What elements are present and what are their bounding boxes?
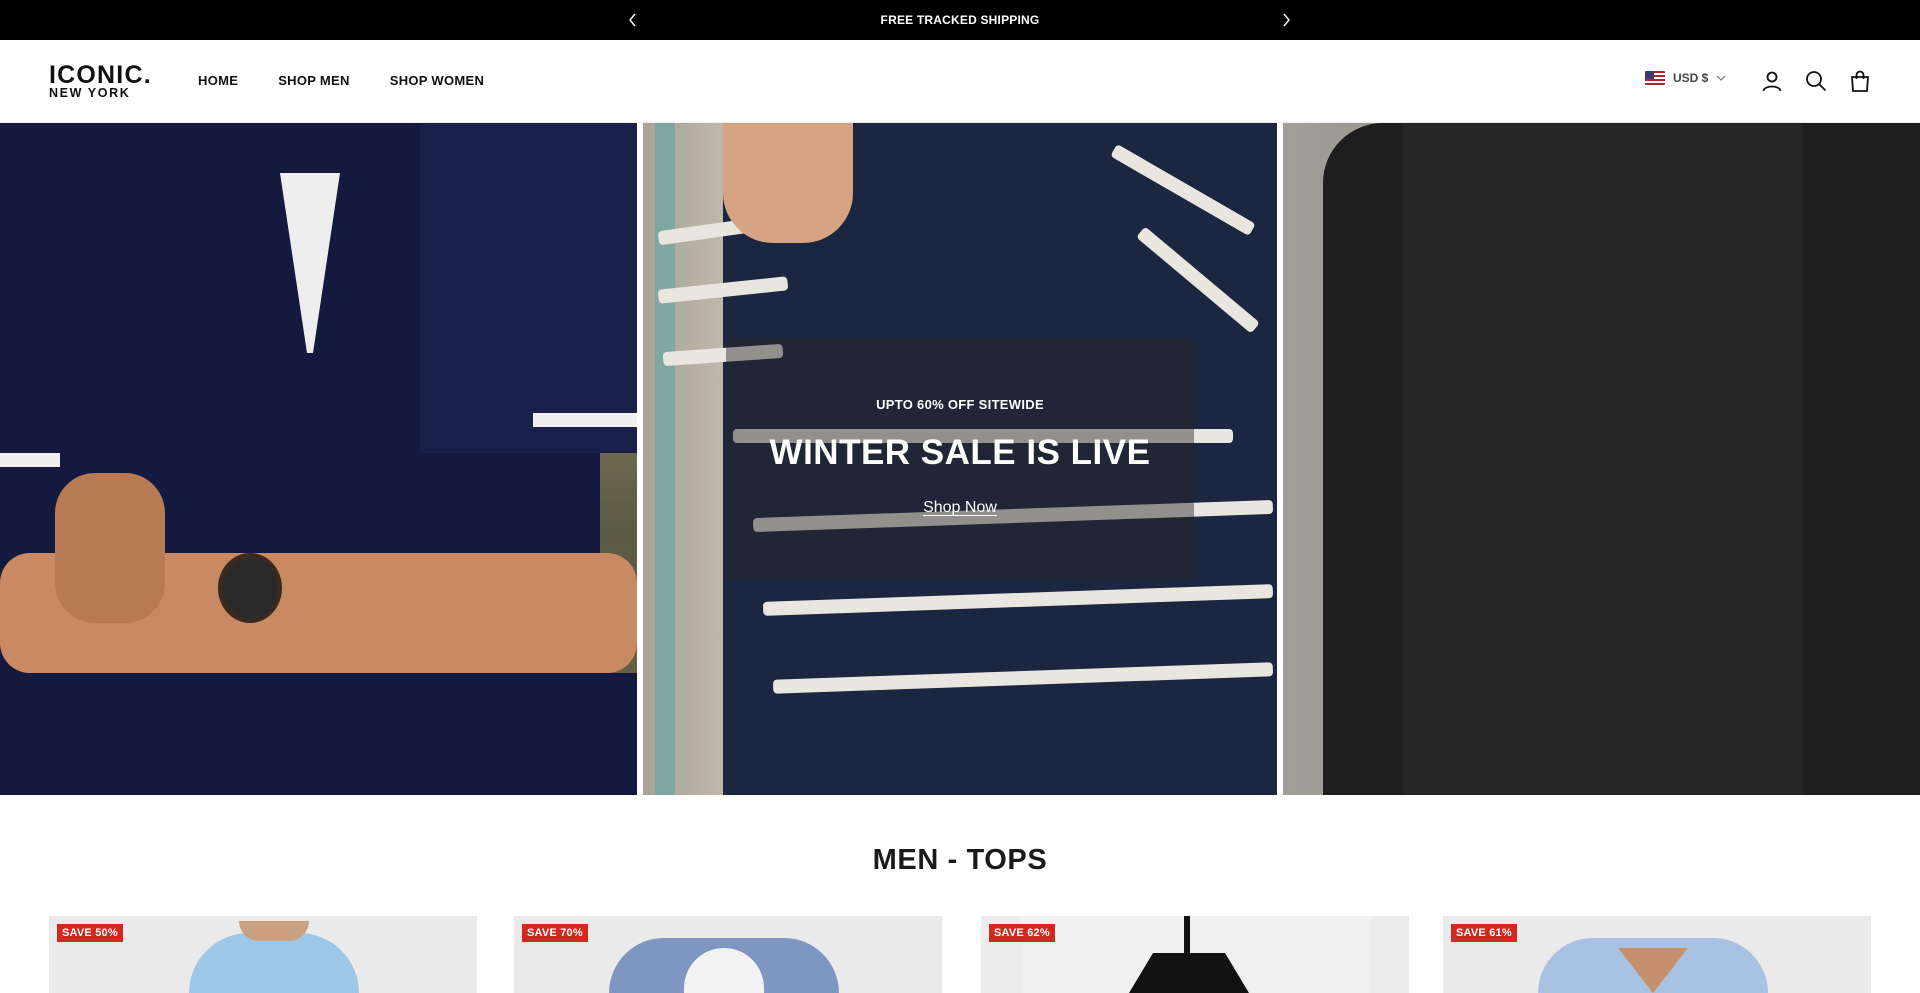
product-card[interactable]: SAVE 61%: [1443, 916, 1871, 993]
nav-shop-women[interactable]: SHOP WOMEN: [390, 73, 485, 88]
hero-title: WINTER SALE IS LIVE: [769, 433, 1151, 472]
product-card[interactable]: SAVE 62%: [981, 916, 1409, 993]
save-badge: SAVE 70%: [522, 924, 588, 942]
product-image-detail: [239, 921, 309, 941]
account-icon[interactable]: [1760, 69, 1784, 93]
hero-subtitle: UPTO 60% OFF SITEWIDE: [876, 397, 1044, 412]
save-badge: SAVE 50%: [57, 924, 123, 942]
shop-now-link[interactable]: Shop Now: [923, 499, 997, 516]
currency-label: USD $: [1673, 71, 1709, 85]
search-icon[interactable]: [1804, 69, 1828, 93]
site-header: ICONIC. NEW YORK HOME SHOP MEN SHOP WOME…: [0, 40, 1920, 123]
product-image-hanger: [1184, 916, 1190, 953]
cart-icon[interactable]: [1848, 69, 1872, 93]
logo-wordmark: ICONIC.: [49, 61, 152, 89]
save-badge: SAVE 61%: [1451, 924, 1517, 942]
announcement-message: FREE TRACKED SHIPPING: [880, 13, 1040, 27]
section-title: MEN - TOPS: [872, 844, 1048, 876]
main-nav: HOME SHOP MEN SHOP WOMEN: [198, 73, 484, 88]
chevron-down-icon: [1716, 75, 1726, 81]
nav-shop-men[interactable]: SHOP MEN: [278, 73, 350, 88]
us-flag-icon: [1645, 71, 1665, 85]
save-badge: SAVE 62%: [989, 924, 1055, 942]
chevron-right-icon[interactable]: [1276, 10, 1296, 30]
hero-cta-wrap: Shop Now: [0, 499, 1920, 517]
product-image: [189, 933, 359, 993]
hero-banner: UPTO 60% OFF SITEWIDE WINTER SALE IS LIV…: [0, 123, 1920, 795]
product-card[interactable]: SAVE 70%: [514, 916, 942, 993]
logo[interactable]: ICONIC. NEW YORK: [49, 63, 159, 103]
nav-home[interactable]: HOME: [198, 73, 238, 88]
product-card[interactable]: SAVE 50%: [49, 916, 477, 993]
currency-selector[interactable]: USD $: [1645, 71, 1726, 85]
announcement-bar: FREE TRACKED SHIPPING: [0, 0, 1920, 40]
